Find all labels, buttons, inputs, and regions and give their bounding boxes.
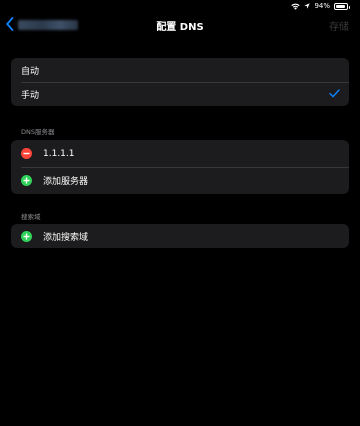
add-search-domain-button[interactable]: 添加搜索域 <box>11 224 349 248</box>
wifi-icon <box>291 3 301 10</box>
dns-server-address: 1.1.1.1 <box>43 148 75 159</box>
dns-server-row[interactable]: 1.1.1.1 <box>11 140 349 167</box>
dns-servers-group: 1.1.1.1 添加服务器 <box>11 140 349 194</box>
battery-icon <box>334 2 350 10</box>
dns-mode-group: 自动 手动 <box>11 58 349 106</box>
search-domains-header: 搜索域 <box>21 213 41 221</box>
add-search-domain-label: 添加搜索域 <box>43 232 89 243</box>
add-server-button[interactable]: 添加服务器 <box>11 167 349 194</box>
battery-percent: 94% <box>314 2 330 10</box>
navigation-bar: 配置 DNS 存储 <box>0 12 360 38</box>
battery-level <box>336 4 346 8</box>
add-icon <box>21 175 32 186</box>
mode-option-automatic[interactable]: 自动 <box>11 58 349 82</box>
add-icon <box>21 230 32 242</box>
search-domains-group: 添加搜索域 <box>11 224 349 248</box>
save-button[interactable]: 存储 <box>329 18 349 33</box>
add-server-label: 添加服务器 <box>43 177 89 187</box>
checkmark-icon <box>329 89 340 101</box>
dns-servers-header: DNS服务器 <box>21 128 55 136</box>
mode-option-manual[interactable]: 手动 <box>11 82 349 106</box>
status-bar: 94% <box>291 0 350 12</box>
page-title: 配置 DNS <box>156 22 204 33</box>
location-icon <box>304 3 311 9</box>
mode-option-label: 手动 <box>21 90 40 101</box>
mode-option-label: 自动 <box>21 66 40 77</box>
delete-server-icon[interactable] <box>21 148 32 159</box>
